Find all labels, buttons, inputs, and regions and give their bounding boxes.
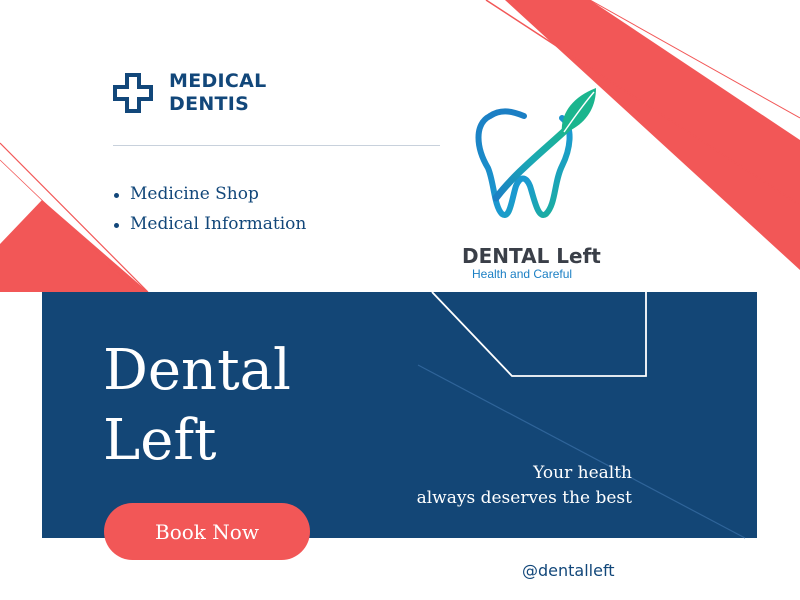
hero-title-line-2: Left — [103, 408, 217, 473]
panel-diagonal-line — [417, 364, 746, 539]
panel-outline-frame — [431, 291, 647, 377]
hero-tagline: Your health always deserves the best — [417, 461, 632, 511]
tagline-line-1: Your health — [533, 463, 632, 483]
tagline-line-2: always deserves the best — [416, 488, 632, 508]
hero-title: Dental Left — [103, 336, 291, 476]
book-now-button[interactable]: Book Now — [104, 503, 310, 560]
hero-title-line-1: Dental — [103, 338, 291, 403]
social-handle[interactable]: @dentalleft — [522, 561, 615, 580]
